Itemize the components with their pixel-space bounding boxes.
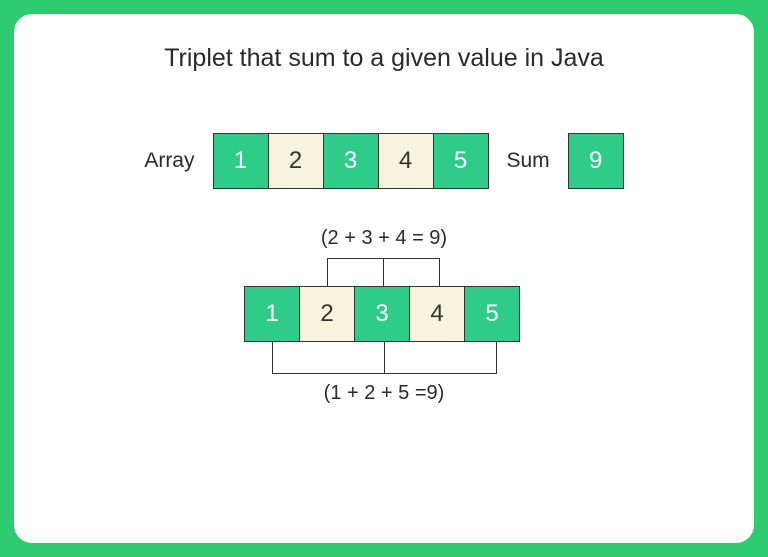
array-cell: 5 [464,286,520,342]
array-cell: 4 [378,133,434,189]
bracket-bottom [244,342,524,374]
expression-bottom: (1 + 2 + 5 =9) [54,382,714,405]
bracket-line [496,342,497,374]
bracket-line [384,342,385,374]
bracket-line [272,342,273,374]
bracket-line [272,373,496,374]
bracket-line [439,258,440,286]
array-sum-row: Array 1 2 3 4 5 Sum 9 [54,133,714,189]
array-cell: 2 [299,286,355,342]
sum-label: Sum [507,149,550,173]
array-boxes: 1 2 3 4 5 [213,133,489,189]
array-cell: 3 [323,133,379,189]
page-title: Triplet that sum to a given value in Jav… [54,44,714,73]
array-cell: 2 [268,133,324,189]
array-cell: 3 [354,286,410,342]
bracket-line [327,258,328,286]
bracket-line [383,258,384,286]
array-label: Array [144,149,194,173]
expression-top: (2 + 3 + 4 = 9) [54,227,714,250]
array-cell: 4 [409,286,465,342]
array-cell: 1 [244,286,300,342]
array-boxes-2: 1 2 3 4 5 [244,286,524,342]
sum-value: 9 [568,133,624,189]
array-cell: 1 [213,133,269,189]
diagram-card: Triplet that sum to a given value in Jav… [14,14,754,543]
array-cell: 5 [433,133,489,189]
array-bracket-diagram: 1 2 3 4 5 [244,258,524,374]
bracket-top [244,258,524,286]
